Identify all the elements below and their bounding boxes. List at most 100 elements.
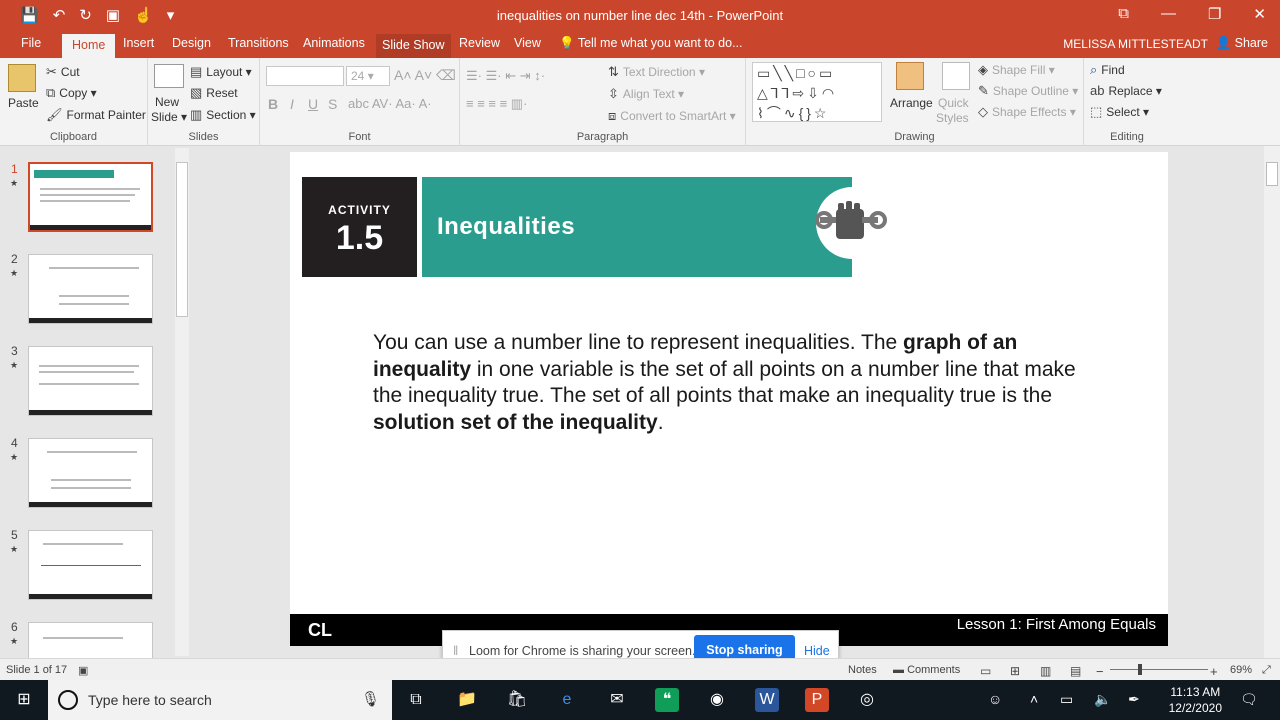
- tab-file[interactable]: File: [21, 36, 41, 50]
- shape-outline-button[interactable]: ✎ Shape Outline ▾: [978, 83, 1078, 99]
- microphone-icon[interactable]: 🎙: [361, 690, 380, 708]
- select-button[interactable]: ⬚ Select ▾: [1090, 104, 1149, 120]
- shapes-gallery[interactable]: ▭╲╲□○▭ △⅂⅂⇨⇩◠ ⌇⌒∿{}☆: [752, 62, 882, 122]
- tab-slide-show[interactable]: Slide Show: [376, 34, 451, 58]
- tab-animations[interactable]: Animations: [303, 36, 365, 50]
- mail-icon[interactable]: ✉: [605, 688, 629, 712]
- thumbnail-slide-5[interactable]: [28, 530, 153, 600]
- notifications-icon[interactable]: 🗨: [1240, 691, 1258, 708]
- reset-button[interactable]: ▧ Reset: [190, 85, 238, 101]
- battery-icon[interactable]: ▭: [1060, 691, 1073, 708]
- align-icons[interactable]: ≡ ≡ ≡ ≡ ▥·: [466, 96, 527, 112]
- volume-icon[interactable]: 🔈: [1094, 691, 1111, 708]
- zoom-slider-thumb[interactable]: [1138, 664, 1142, 675]
- tab-view[interactable]: View: [514, 36, 541, 50]
- underline-icon[interactable]: U: [308, 96, 318, 112]
- slide-body-text[interactable]: You can use a number line to represent i…: [373, 330, 1103, 436]
- tab-design[interactable]: Design: [172, 36, 211, 50]
- close-icon[interactable]: ✕: [1253, 5, 1266, 23]
- people-icon[interactable]: ☺: [988, 691, 1002, 707]
- new-slide-label-2[interactable]: Slide ▾: [151, 110, 187, 124]
- windows-start-icon[interactable]: ⊞: [12, 688, 36, 712]
- share-button[interactable]: 👤 Share: [1216, 36, 1268, 51]
- section-button[interactable]: ▥ Section ▾: [190, 107, 256, 123]
- minimize-icon[interactable]: —: [1161, 5, 1176, 23]
- fit-slide-icon[interactable]: ⤢: [1262, 664, 1271, 677]
- arrange-button[interactable]: Arrange: [890, 96, 933, 110]
- italic-icon[interactable]: I: [290, 96, 294, 112]
- arrange-icon[interactable]: [896, 62, 924, 90]
- view-reading-icon[interactable]: ▥: [1040, 664, 1051, 678]
- char-spacing-icon[interactable]: abc AV· Aa· A·: [348, 96, 432, 111]
- shape-effects-button[interactable]: ◇ Shape Effects ▾: [978, 104, 1076, 120]
- zoom-out-icon[interactable]: −: [1096, 664, 1104, 679]
- chrome-profile-icon[interactable]: ◉: [705, 688, 729, 712]
- current-slide[interactable]: ACTIVITY 1.5 Inequalities You can use a …: [290, 152, 1168, 646]
- restore-icon[interactable]: ❐: [1208, 5, 1221, 23]
- edge-icon[interactable]: e: [555, 688, 579, 712]
- drag-handle-icon[interactable]: ‖: [453, 643, 458, 658]
- store-icon[interactable]: 🛍: [505, 688, 529, 712]
- thumbnail-slide-6[interactable]: [28, 622, 153, 658]
- powerpoint-icon[interactable]: P: [805, 688, 829, 712]
- tell-me-search[interactable]: 💡 Tell me what you want to do...: [559, 36, 743, 51]
- editor-scrollbar[interactable]: [1264, 146, 1280, 658]
- text-direction-button[interactable]: ⇅ Text Direction ▾: [608, 64, 705, 80]
- zoom-in-icon[interactable]: +: [1210, 664, 1218, 679]
- scroll-thumb[interactable]: [176, 162, 188, 317]
- tray-chevron-icon[interactable]: ˄: [1030, 691, 1038, 707]
- replace-button[interactable]: ab Replace ▾: [1090, 83, 1162, 98]
- shape-fill-button[interactable]: ◈ Shape Fill ▾: [978, 62, 1055, 78]
- hide-button[interactable]: Hide: [804, 644, 830, 658]
- thumbnail-slide-3[interactable]: [28, 346, 153, 416]
- new-slide-button[interactable]: New: [155, 95, 179, 109]
- view-slideshow-icon[interactable]: ▤: [1070, 664, 1081, 678]
- grow-font-icon[interactable]: A˄ A˅ ⌫: [394, 67, 456, 84]
- paste-button[interactable]: Paste: [8, 96, 39, 110]
- scroll-thumb[interactable]: [1266, 162, 1278, 186]
- tab-transitions[interactable]: Transitions: [228, 36, 289, 50]
- user-name[interactable]: MELISSA MITTLESTEADT: [1063, 37, 1208, 51]
- comments-button[interactable]: ▬ Comments: [893, 664, 960, 676]
- new-slide-icon[interactable]: [154, 64, 184, 88]
- zoom-level[interactable]: 69%: [1230, 664, 1252, 676]
- thumbnail-slide-2[interactable]: [28, 254, 153, 324]
- layout-button[interactable]: ▤ Layout ▾: [190, 64, 252, 80]
- font-size-box[interactable]: 24 ▾: [346, 66, 390, 86]
- chrome-icon[interactable]: ◎: [855, 688, 879, 712]
- cut-button[interactable]: ✂ Cut: [46, 64, 80, 80]
- paste-icon[interactable]: [8, 64, 36, 92]
- tab-home[interactable]: Home: [62, 34, 116, 58]
- bullets-icon[interactable]: ☰· ☰· ⇤ ⇥ ↕·: [466, 68, 545, 84]
- tab-insert[interactable]: Insert: [123, 36, 154, 50]
- copy-button[interactable]: ⧉ Copy ▾: [46, 85, 97, 101]
- ribbon-display-icon[interactable]: ⧉: [1118, 5, 1129, 23]
- zoom-slider[interactable]: [1110, 669, 1208, 670]
- view-sorter-icon[interactable]: ⊞: [1010, 664, 1020, 678]
- quick-styles-icon[interactable]: [942, 62, 970, 90]
- thumbnail-slide-1[interactable]: [28, 162, 153, 232]
- view-normal-icon[interactable]: ▭: [980, 664, 991, 678]
- thumbnails-scrollbar[interactable]: [175, 148, 189, 656]
- font-name-box[interactable]: [266, 66, 344, 86]
- word-icon[interactable]: W: [755, 688, 779, 712]
- spelling-icon[interactable]: ▣: [78, 664, 88, 677]
- notes-button[interactable]: Notes: [848, 664, 877, 676]
- find-button[interactable]: ⌕ Find: [1090, 62, 1125, 78]
- shadow-icon[interactable]: S: [328, 96, 337, 112]
- pen-ink-icon[interactable]: ✒: [1128, 691, 1140, 708]
- convert-smartart-button[interactable]: ⧈ Convert to SmartArt ▾: [608, 108, 736, 124]
- bold-icon[interactable]: B: [268, 96, 278, 112]
- file-explorer-icon[interactable]: 📁: [455, 688, 479, 712]
- taskbar-search[interactable]: Type here to search 🎙: [48, 680, 392, 720]
- quick-styles-label-2[interactable]: Styles: [936, 111, 969, 125]
- task-view-icon[interactable]: ⧉: [404, 688, 428, 712]
- thumbnail-slide-4[interactable]: [28, 438, 153, 508]
- align-text-button[interactable]: ⇳ Align Text ▾: [608, 86, 684, 102]
- format-painter-button[interactable]: 🖌 Format Painter: [46, 107, 146, 123]
- slide-thumbnails-pane[interactable]: 1 ★ 2 ★ 3 ★ 4 ★ 5 ★ 6 ★: [0, 146, 192, 658]
- clock[interactable]: 11:13 AM 12/2/2020: [1169, 684, 1222, 716]
- hangouts-icon[interactable]: ❝: [655, 688, 679, 712]
- quick-styles-button[interactable]: Quick: [938, 96, 969, 110]
- tab-review[interactable]: Review: [459, 36, 500, 50]
